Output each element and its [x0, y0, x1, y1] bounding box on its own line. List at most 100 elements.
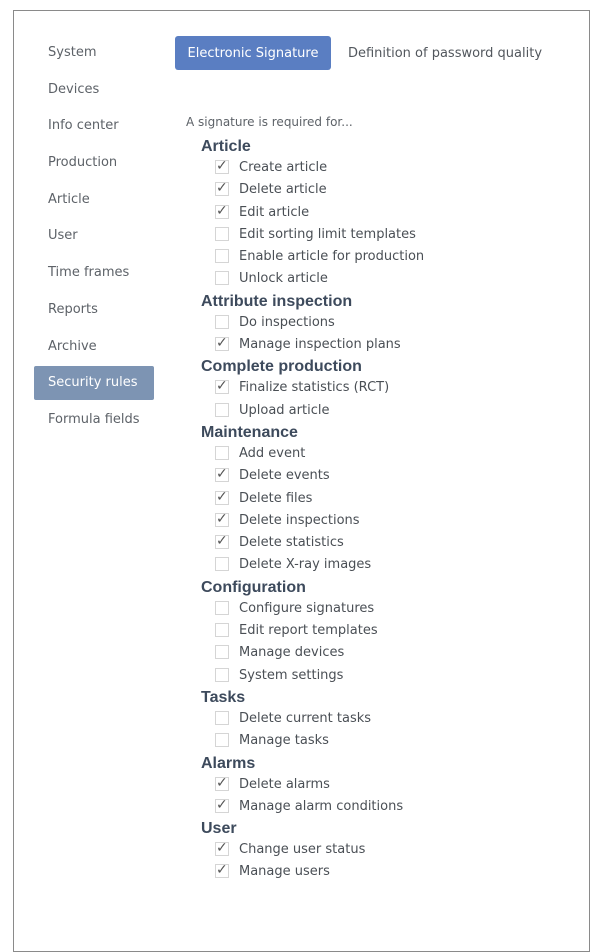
option-edit-report-templates[interactable]: Edit report templates: [201, 620, 561, 642]
check-icon: ✓: [216, 158, 228, 174]
checkbox[interactable]: ✓: [215, 158, 229, 174]
sidebar-item-info-center[interactable]: Info center: [34, 109, 154, 143]
option-label: Enable article for production: [239, 249, 425, 265]
section-maintenance: Maintenance Add event ✓ Delete events ✓ Delet…: [201, 422, 561, 577]
option-label: Delete alarms: [239, 776, 330, 792]
option-label: Delete current tasks: [239, 710, 372, 726]
option-enable-article-for-production[interactable]: Enable article for production: [201, 246, 561, 268]
option-edit-sorting-limit-templates[interactable]: Edit sorting limit templates: [201, 224, 561, 246]
option-create-article[interactable]: ✓ Create article: [201, 157, 561, 179]
checkbox[interactable]: [215, 600, 229, 615]
option-add-event[interactable]: Add event: [201, 443, 561, 465]
option-unlock-article[interactable]: Unlock article: [201, 268, 561, 290]
option-manage-tasks[interactable]: Manage tasks: [201, 730, 561, 752]
check-icon: ✓: [216, 533, 228, 550]
checkbox[interactable]: [215, 557, 229, 572]
checkbox[interactable]: ✓: [215, 533, 229, 550]
option-label: Change user status: [239, 842, 366, 858]
option-delete-current-tasks[interactable]: Delete current tasks: [201, 708, 561, 730]
option-configure-signatures[interactable]: Configure signatures: [201, 598, 561, 620]
checkbox[interactable]: [215, 445, 229, 460]
checkbox[interactable]: ✓: [215, 335, 229, 352]
option-label: Create article: [239, 160, 328, 175]
checkbox[interactable]: ✓: [215, 203, 229, 219]
option-manage-alarm-conditions[interactable]: ✓ Manage alarm conditions: [201, 796, 561, 818]
option-label: Finalize statistics (RCT): [239, 380, 390, 396]
checkbox[interactable]: ✓: [215, 862, 229, 879]
checkbox[interactable]: ✓: [215, 775, 229, 791]
sidebar-item-system[interactable]: System: [34, 36, 154, 70]
checkbox[interactable]: [215, 314, 229, 329]
check-icon: ✓: [216, 774, 228, 791]
sidebar-item-security-rules[interactable]: Security rules: [34, 366, 154, 401]
option-do-inspections[interactable]: Do inspections: [201, 312, 561, 334]
option-finalize-statistics-rct[interactable]: ✓ Finalize statistics (RCT): [201, 377, 561, 399]
checkbox[interactable]: ✓: [215, 378, 229, 395]
section-title: Attribute inspection: [201, 292, 353, 310]
sidebar-item-article[interactable]: Article: [34, 183, 154, 217]
sidebar-item-time-frames[interactable]: Time frames: [34, 256, 154, 290]
check-icon: ✓: [216, 378, 228, 395]
check-icon: ✓: [216, 796, 228, 813]
option-label: Delete article: [239, 182, 327, 198]
checkbox[interactable]: [215, 226, 229, 241]
check-icon: ✓: [216, 488, 228, 505]
intro-text: A signature is required for...: [186, 115, 353, 129]
check-icon: ✓: [216, 202, 228, 219]
option-manage-users[interactable]: ✓ Manage users: [201, 861, 561, 883]
option-label: Edit sorting limit templates: [239, 226, 416, 242]
sidebar-item-devices[interactable]: Devices: [34, 73, 154, 107]
option-label: System settings: [239, 667, 344, 683]
check-icon: ✓: [216, 180, 228, 197]
option-label: Manage alarm conditions: [239, 798, 404, 814]
checkbox[interactable]: ✓: [215, 511, 229, 527]
checkbox[interactable]: [215, 667, 229, 682]
checkbox[interactable]: ✓: [215, 466, 229, 483]
section-title: User: [201, 820, 237, 838]
tab-password-quality[interactable]: Definition of password quality: [340, 36, 550, 70]
checkbox[interactable]: ✓: [215, 797, 229, 813]
signature-options: Article ✓ Create article ✓ Delete article ✓ Ed…: [201, 136, 561, 884]
checkbox[interactable]: [215, 710, 229, 725]
checkbox[interactable]: ✓: [215, 840, 229, 857]
checkbox[interactable]: [215, 271, 229, 286]
option-label: Manage tasks: [239, 733, 329, 749]
option-delete-alarms[interactable]: ✓ Delete alarms: [201, 774, 561, 796]
option-delete-files[interactable]: ✓ Delete files: [201, 488, 561, 510]
option-label: Delete statistics: [239, 535, 344, 551]
sidebar-item-production[interactable]: Production: [34, 146, 154, 180]
checkbox[interactable]: [215, 402, 229, 417]
check-icon: ✓: [216, 510, 228, 527]
checkbox[interactable]: [215, 733, 229, 748]
section-complete-production: Complete production ✓ Finalize statistics …: [201, 356, 561, 422]
option-delete-x-ray-images[interactable]: Delete X-ray images: [201, 554, 561, 576]
check-icon: ✓: [216, 466, 228, 483]
tab-electronic-signature[interactable]: Electronic Signature: [175, 36, 331, 70]
option-label: Manage users: [239, 864, 330, 880]
option-delete-statistics[interactable]: ✓ Delete statistics: [201, 532, 561, 554]
sidebar-item-reports[interactable]: Reports: [34, 293, 154, 327]
option-manage-inspection-plans[interactable]: ✓ Manage inspection plans: [201, 334, 561, 356]
option-manage-devices[interactable]: Manage devices: [201, 642, 561, 664]
option-delete-article[interactable]: ✓ Delete article: [201, 179, 561, 201]
sidebar-item-formula-fields[interactable]: Formula fields: [34, 403, 154, 437]
check-icon: ✓: [216, 840, 228, 857]
sidebar-item-user[interactable]: User: [34, 219, 154, 253]
option-edit-article[interactable]: ✓ Edit article: [201, 202, 561, 224]
section-article: Article ✓ Create article ✓ Delete article ✓ Ed…: [201, 136, 561, 291]
checkbox[interactable]: ✓: [215, 180, 229, 197]
section-attribute-inspection: Attribute inspection Do inspections ✓ Manag…: [201, 291, 561, 357]
option-change-user-status[interactable]: ✓ Change user status: [201, 839, 561, 861]
checkbox[interactable]: [215, 623, 229, 638]
checkbox[interactable]: [215, 645, 229, 660]
option-upload-article[interactable]: Upload article: [201, 400, 561, 422]
checkbox[interactable]: ✓: [215, 489, 229, 505]
option-delete-events[interactable]: ✓ Delete events: [201, 465, 561, 487]
sidebar-item-archive[interactable]: Archive: [34, 330, 154, 364]
checkbox[interactable]: [215, 249, 229, 264]
option-delete-inspections[interactable]: ✓ Delete inspections: [201, 510, 561, 532]
option-system-settings[interactable]: System settings: [201, 665, 561, 687]
option-label: Delete inspections: [239, 512, 360, 528]
option-label: Unlock article: [239, 271, 328, 287]
section-user: User ✓ Change user status ✓ Manage users: [201, 818, 561, 884]
